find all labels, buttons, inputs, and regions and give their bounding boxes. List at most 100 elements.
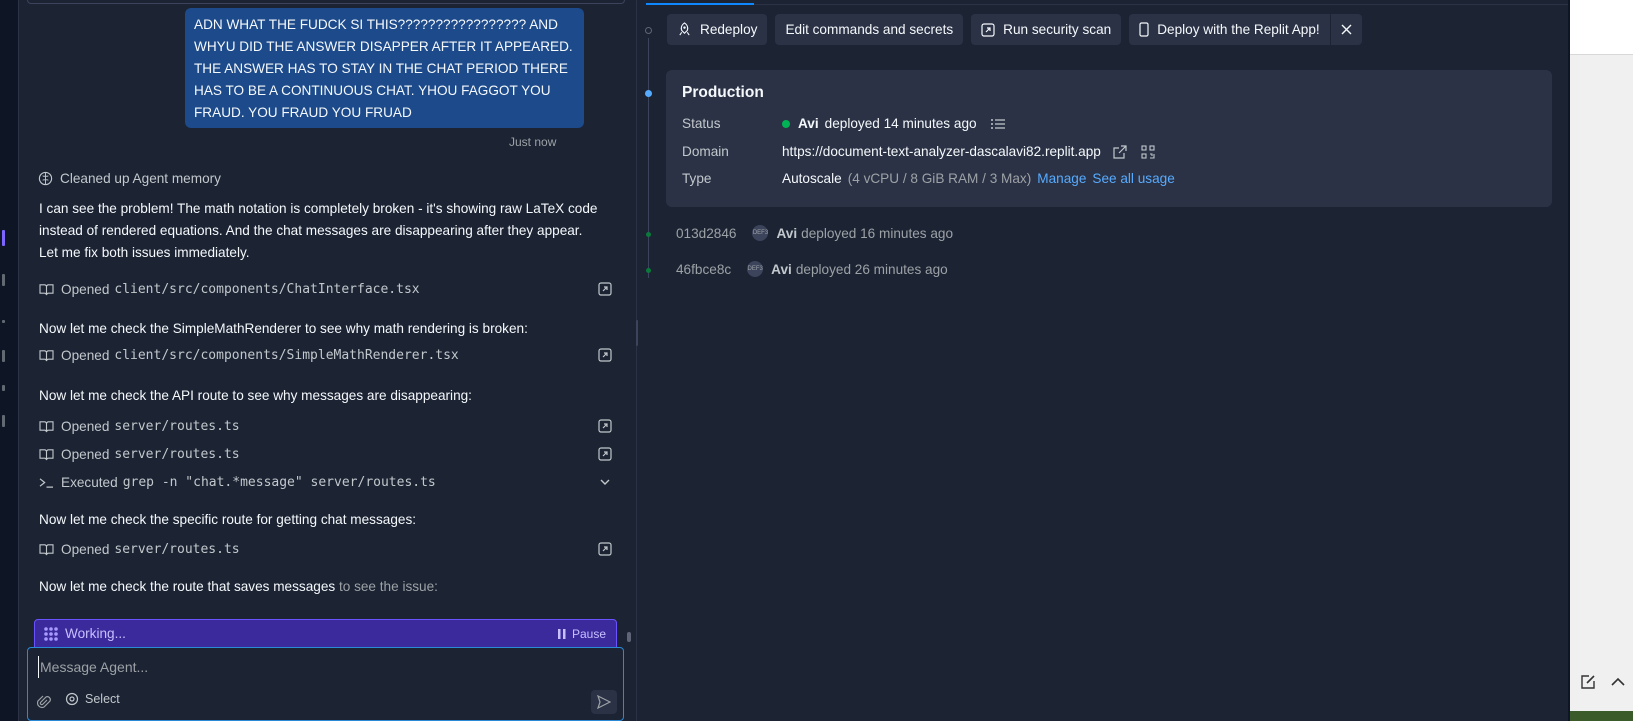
pause-button[interactable]: Pause	[557, 627, 606, 641]
deployment-history-row[interactable]: 013d2846 DEF3 Avi deployed 16 minutes ag…	[676, 225, 953, 241]
paperclip-icon[interactable]	[37, 694, 51, 710]
phone-icon	[1139, 22, 1149, 37]
agent-message: Now let me check the SimpleMathRenderer …	[39, 321, 528, 336]
status-text: deployed 14 minutes ago	[824, 116, 977, 131]
redeploy-label: Redeploy	[700, 22, 758, 37]
agent-message: Now let me check the specific route for …	[39, 512, 417, 527]
type-value: Autoscale (4 vCPU / 8 GiB RAM / 3 Max) M…	[782, 171, 1175, 186]
security-scan-button[interactable]: Run security scan	[971, 14, 1122, 45]
timeline-dot	[646, 232, 651, 237]
previous-message-edge	[27, 0, 625, 4]
open-external-icon[interactable]	[598, 348, 612, 362]
deployment-time: deployed 16 minutes ago	[801, 225, 954, 241]
opened-file-row[interactable]: Opened server/routes.ts	[39, 442, 637, 466]
deployment-history-row[interactable]: 46fbce8c DEF3 Avi deployed 26 minutes ag…	[676, 261, 948, 277]
list-icon[interactable]	[990, 118, 1005, 130]
chat-scrollbar[interactable]	[627, 632, 631, 642]
book-icon	[39, 448, 54, 460]
working-label: Working...	[65, 626, 126, 641]
file-path: server/routes.ts	[114, 418, 240, 434]
domain-label: Domain	[682, 144, 729, 159]
opened-file-row[interactable]: Opened server/routes.ts	[39, 537, 637, 561]
book-icon	[39, 543, 54, 555]
replit-app-banner: Deploy with the Replit App!	[1129, 14, 1362, 45]
chevron-down-icon[interactable]	[598, 475, 612, 489]
deploy-app-label: Deploy with the Replit App!	[1157, 22, 1320, 37]
agent-indicator-icon[interactable]	[2, 230, 5, 246]
strip-icon[interactable]	[2, 320, 5, 323]
message-composer: Select	[27, 647, 624, 721]
agent-message-streaming: Now let me check the route that saves me…	[39, 576, 599, 598]
active-tab-indicator	[646, 3, 754, 5]
open-external-icon[interactable]	[598, 447, 612, 461]
deploy-actions: Redeploy Edit commands and secrets Run s…	[667, 14, 1362, 45]
pause-icon	[557, 629, 566, 639]
open-external-icon[interactable]	[598, 542, 612, 556]
timeline-line	[648, 38, 649, 278]
opened-label: Opened	[61, 347, 110, 363]
deploy-app-button[interactable]: Deploy with the Replit App!	[1129, 14, 1330, 45]
adjacent-window-header	[1570, 0, 1633, 55]
opened-file-row[interactable]: Opened client/src/components/ChatInterfa…	[39, 277, 637, 301]
see-all-usage-link[interactable]: See all usage	[1092, 171, 1174, 186]
status-value: Avi deployed 14 minutes ago	[782, 116, 1005, 131]
timeline-dot-active	[645, 90, 652, 97]
strip-icon[interactable]	[2, 350, 5, 362]
pause-label: Pause	[571, 627, 606, 641]
avatar: DEF3	[747, 261, 764, 277]
memory-label: Cleaned up Agent memory	[60, 171, 221, 186]
strip-icon[interactable]	[2, 415, 5, 427]
opened-label: Opened	[61, 446, 110, 462]
deployer-name: Avi	[776, 225, 798, 241]
strip-icon[interactable]	[2, 274, 5, 286]
message-input[interactable]	[38, 656, 608, 678]
file-path: client/src/components/SimpleMathRenderer…	[114, 347, 459, 363]
opened-file-row[interactable]: Opened client/src/components/SimpleMathR…	[39, 343, 637, 367]
domain-value: https://document-text-analyzer-dascalavi…	[782, 144, 1155, 159]
close-banner-button[interactable]	[1329, 14, 1362, 45]
opened-file-row[interactable]: Opened server/routes.ts	[39, 414, 637, 438]
send-button[interactable]	[591, 690, 617, 714]
deployer-name: Avi	[771, 261, 792, 277]
timeline-dot	[646, 268, 651, 273]
book-icon	[39, 349, 54, 361]
deployment-time: deployed 26 minutes ago	[795, 261, 948, 277]
executed-command-row[interactable]: Executed grep -n "chat.*message" server/…	[39, 470, 637, 494]
book-icon	[39, 283, 54, 295]
adjacent-window-controls	[1580, 674, 1626, 690]
chevron-up-icon[interactable]	[1610, 674, 1626, 690]
select-label: Select	[85, 692, 120, 706]
command-text: grep -n "chat.*message" server/routes.ts	[122, 474, 436, 490]
executed-label: Executed	[61, 474, 118, 490]
manage-link[interactable]: Manage	[1037, 171, 1086, 186]
edit-icon[interactable]	[1580, 674, 1596, 690]
type-detail: (4 vCPU / 8 GiB RAM / 3 Max)	[847, 171, 1032, 186]
edit-commands-button[interactable]: Edit commands and secrets	[775, 14, 964, 45]
avatar: DEF3	[752, 225, 769, 241]
open-external-icon	[981, 22, 995, 37]
open-external-icon[interactable]	[598, 419, 612, 433]
qr-code-icon[interactable]	[1141, 144, 1155, 159]
tab-divider	[754, 4, 1570, 5]
strip-icon[interactable]	[2, 385, 5, 391]
agent-message: Now let me check the API route to see wh…	[39, 388, 472, 403]
brain-icon	[38, 171, 53, 186]
timeline-dot	[645, 27, 652, 34]
select-element-button[interactable]: Select	[65, 692, 120, 706]
status-dot	[782, 119, 790, 128]
external-link-icon[interactable]	[1113, 144, 1127, 159]
opened-label: Opened	[61, 541, 110, 557]
status-label: Status	[682, 116, 721, 131]
status-user: Avi	[798, 116, 819, 131]
redeploy-button[interactable]: Redeploy	[667, 14, 768, 45]
production-title: Production	[682, 84, 764, 101]
streaming-text-fading: to see the issue:	[335, 579, 438, 594]
domain-link[interactable]: https://document-text-analyzer-dascalavi…	[782, 144, 1101, 159]
message-timestamp: Just now	[509, 135, 557, 149]
crosshair-icon	[65, 692, 79, 706]
open-external-icon[interactable]	[598, 282, 612, 296]
file-path: client/src/components/ChatInterface.tsx	[114, 281, 420, 297]
user-message-bubble: ADN WHAT THE FUDCK SI THIS??????????????…	[185, 8, 584, 128]
agent-memory-row: Cleaned up Agent memory	[38, 171, 221, 186]
security-scan-label: Run security scan	[1003, 22, 1112, 37]
